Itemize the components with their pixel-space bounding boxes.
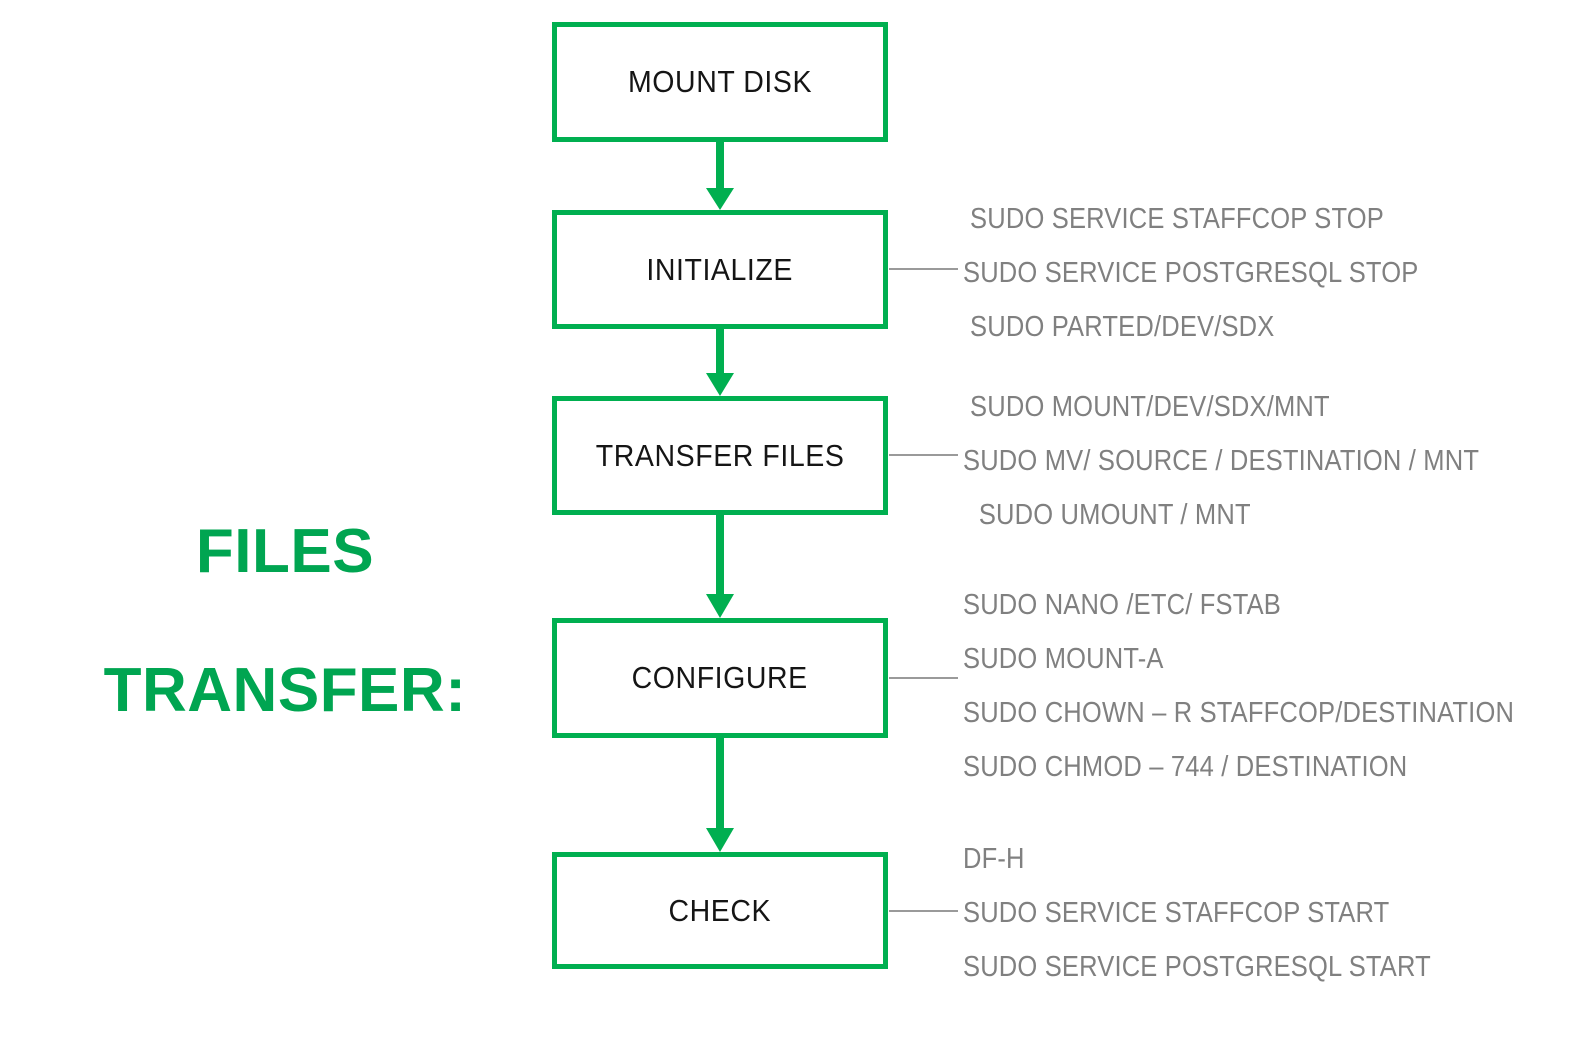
command-line: SUDO SERVICE STAFFCOP START [963,897,1390,929]
diagram-canvas: FILES TRANSFER: MOUNT DISK INITIALIZE TR… [0,0,1593,1043]
command-list-transfer-files: SUDO MOUNT/DEV/SDX/MNT SUDO MV/ SOURCE /… [963,380,1550,542]
flow-node-label: INITIALIZE [646,251,794,287]
flow-node-mount-disk[interactable]: MOUNT DISK [552,22,888,142]
flow-node-label: TRANSFER FILES [595,437,845,473]
flow-node-label: CHECK [668,892,772,928]
arrow-mount-disk-to-initialize [706,142,734,210]
command-line: SUDO UMOUNT / MNT [978,499,1251,531]
command-list-check: DF-H SUDO SERVICE STAFFCOP START SUDO SE… [963,832,1495,994]
arrow-transfer-files-to-configure [706,515,734,618]
arrow-configure-to-check [706,738,734,852]
flow-node-label: CONFIGURE [631,660,809,695]
flow-node-transfer-files[interactable]: TRANSFER FILES [552,396,888,515]
command-line: SUDO CHOWN – R STAFFCOP/DESTINATION [963,697,1515,729]
flow-node-check[interactable]: CHECK [552,852,888,969]
command-line: SUDO MV/ SOURCE / DESTINATION / MNT [963,445,1480,477]
page-title-line-2: TRANSFER: [103,656,467,726]
flow-node-label: MOUNT DISK [627,64,813,99]
command-list-initialize: SUDO SERVICE STAFFCOP STOP SUDO SERVICE … [963,192,1481,354]
command-list-configure: SUDO NANO /ETC/ FSTAB SUDO MOUNT-A SUDO … [963,578,1589,794]
command-line: SUDO CHMOD – 744 / DESTINATION [963,751,1408,783]
command-line: SUDO PARTED/DEV/SDX [970,311,1275,343]
flow-node-initialize[interactable]: INITIALIZE [552,210,888,329]
arrow-initialize-to-transfer-files [706,329,734,396]
command-line: SUDO NANO /ETC/ FSTAB [963,589,1282,621]
command-line: SUDO SERVICE POSTGRESQL STOP [963,257,1419,289]
page-title: FILES TRANSFER: [60,448,510,795]
command-line: SUDO MOUNT-A [963,643,1164,675]
command-line: DF-H [963,843,1025,875]
command-line: SUDO MOUNT/DEV/SDX/MNT [970,391,1330,423]
flow-node-configure[interactable]: CONFIGURE [552,618,888,738]
command-line: SUDO SERVICE STAFFCOP STOP [970,203,1384,235]
command-line: SUDO SERVICE POSTGRESQL START [963,951,1431,983]
page-title-line-1: FILES [195,517,375,587]
